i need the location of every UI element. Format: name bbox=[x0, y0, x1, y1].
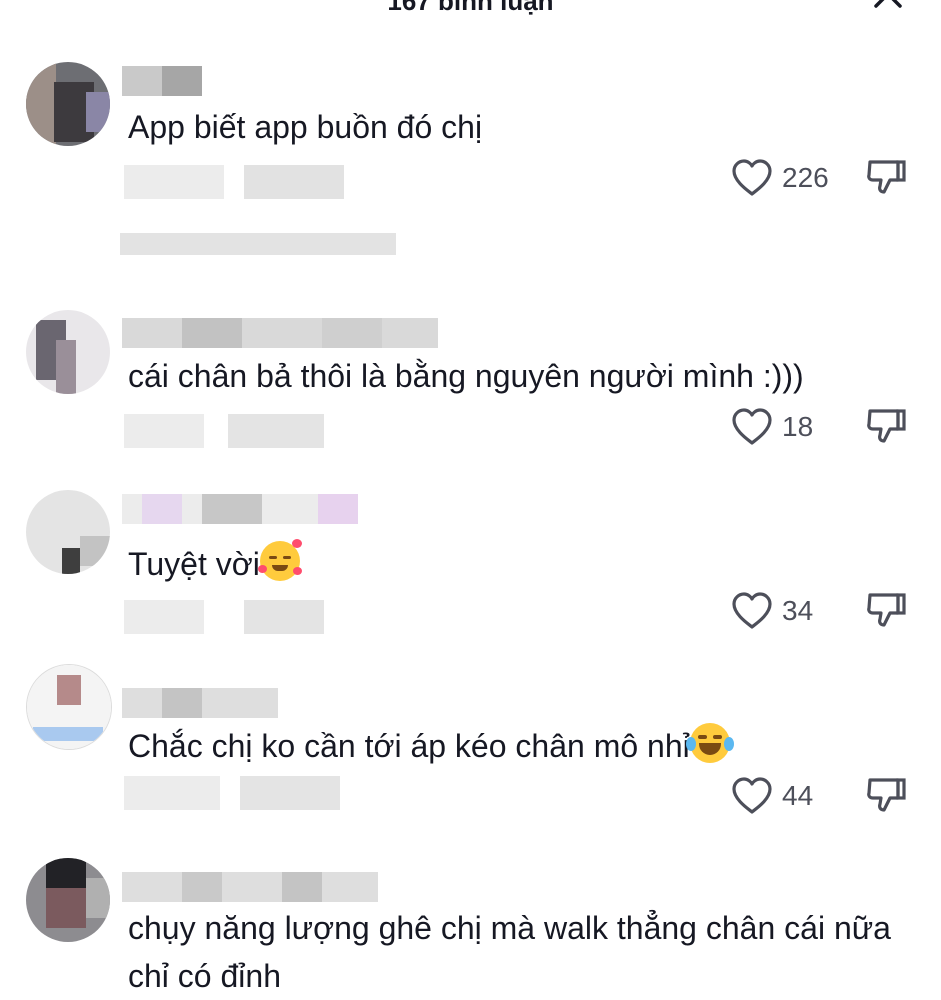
like-button[interactable]: 44 bbox=[730, 774, 840, 818]
comment-text: chụy năng lượng ghê chị mà walk thẳng ch… bbox=[128, 910, 891, 994]
comments-header-title: 167 bình luận bbox=[387, 0, 554, 16]
heart-icon bbox=[732, 592, 772, 629]
comment-meta-blurred bbox=[124, 165, 344, 199]
comment-meta-blurred bbox=[124, 600, 324, 634]
close-icon bbox=[874, 0, 902, 8]
thumbs-down-icon bbox=[867, 409, 906, 443]
heart-icon bbox=[732, 777, 772, 814]
like-count: 34 bbox=[782, 595, 814, 626]
like-button[interactable]: 34 bbox=[730, 589, 840, 633]
comment-text: App biết app buồn đó chị bbox=[128, 109, 483, 145]
avatar[interactable] bbox=[26, 664, 112, 750]
dislike-button[interactable] bbox=[864, 776, 908, 820]
comment-text-content: Tuyệt vời bbox=[128, 546, 260, 582]
username-blurred[interactable] bbox=[122, 872, 378, 902]
tears-of-joy-icon bbox=[685, 723, 734, 763]
username-blurred[interactable] bbox=[122, 688, 278, 718]
comment-text: Tuyệt vời bbox=[128, 539, 918, 588]
like-count: 44 bbox=[782, 780, 814, 811]
avatar[interactable] bbox=[26, 858, 110, 942]
heart-icon bbox=[732, 408, 772, 445]
thumbs-down-icon bbox=[867, 778, 906, 812]
username-blurred[interactable] bbox=[122, 318, 438, 348]
avatar[interactable] bbox=[26, 490, 110, 574]
like-count: 18 bbox=[782, 411, 814, 442]
like-button[interactable]: 18 bbox=[730, 405, 840, 449]
like-button[interactable]: 226 bbox=[730, 156, 840, 200]
view-replies-blurred[interactable] bbox=[120, 233, 396, 255]
thumbs-down-icon bbox=[867, 160, 906, 194]
close-button[interactable] bbox=[868, 0, 908, 16]
heart-icon bbox=[732, 159, 772, 196]
smiling-face-with-hearts-icon bbox=[257, 539, 302, 581]
username-blurred[interactable] bbox=[122, 66, 202, 96]
avatar[interactable] bbox=[26, 62, 110, 146]
dislike-button[interactable] bbox=[864, 158, 908, 202]
comment-text-content: Chắc chị ko cần tới áp kéo chân mô nhỉ bbox=[128, 728, 690, 764]
username-blurred[interactable] bbox=[122, 494, 358, 524]
thumbs-down-icon bbox=[867, 593, 906, 627]
avatar[interactable] bbox=[26, 310, 110, 394]
dislike-button[interactable] bbox=[864, 591, 908, 635]
comment-meta-blurred bbox=[124, 414, 324, 448]
comment-text: cái chân bả thôi là bằng nguyên người mì… bbox=[128, 358, 804, 394]
comment-text: Chắc chị ko cần tới áp kéo chân mô nhỉ bbox=[128, 722, 918, 770]
comment-meta-blurred bbox=[124, 776, 340, 810]
like-count: 226 bbox=[782, 162, 829, 193]
dislike-button[interactable] bbox=[864, 407, 908, 451]
